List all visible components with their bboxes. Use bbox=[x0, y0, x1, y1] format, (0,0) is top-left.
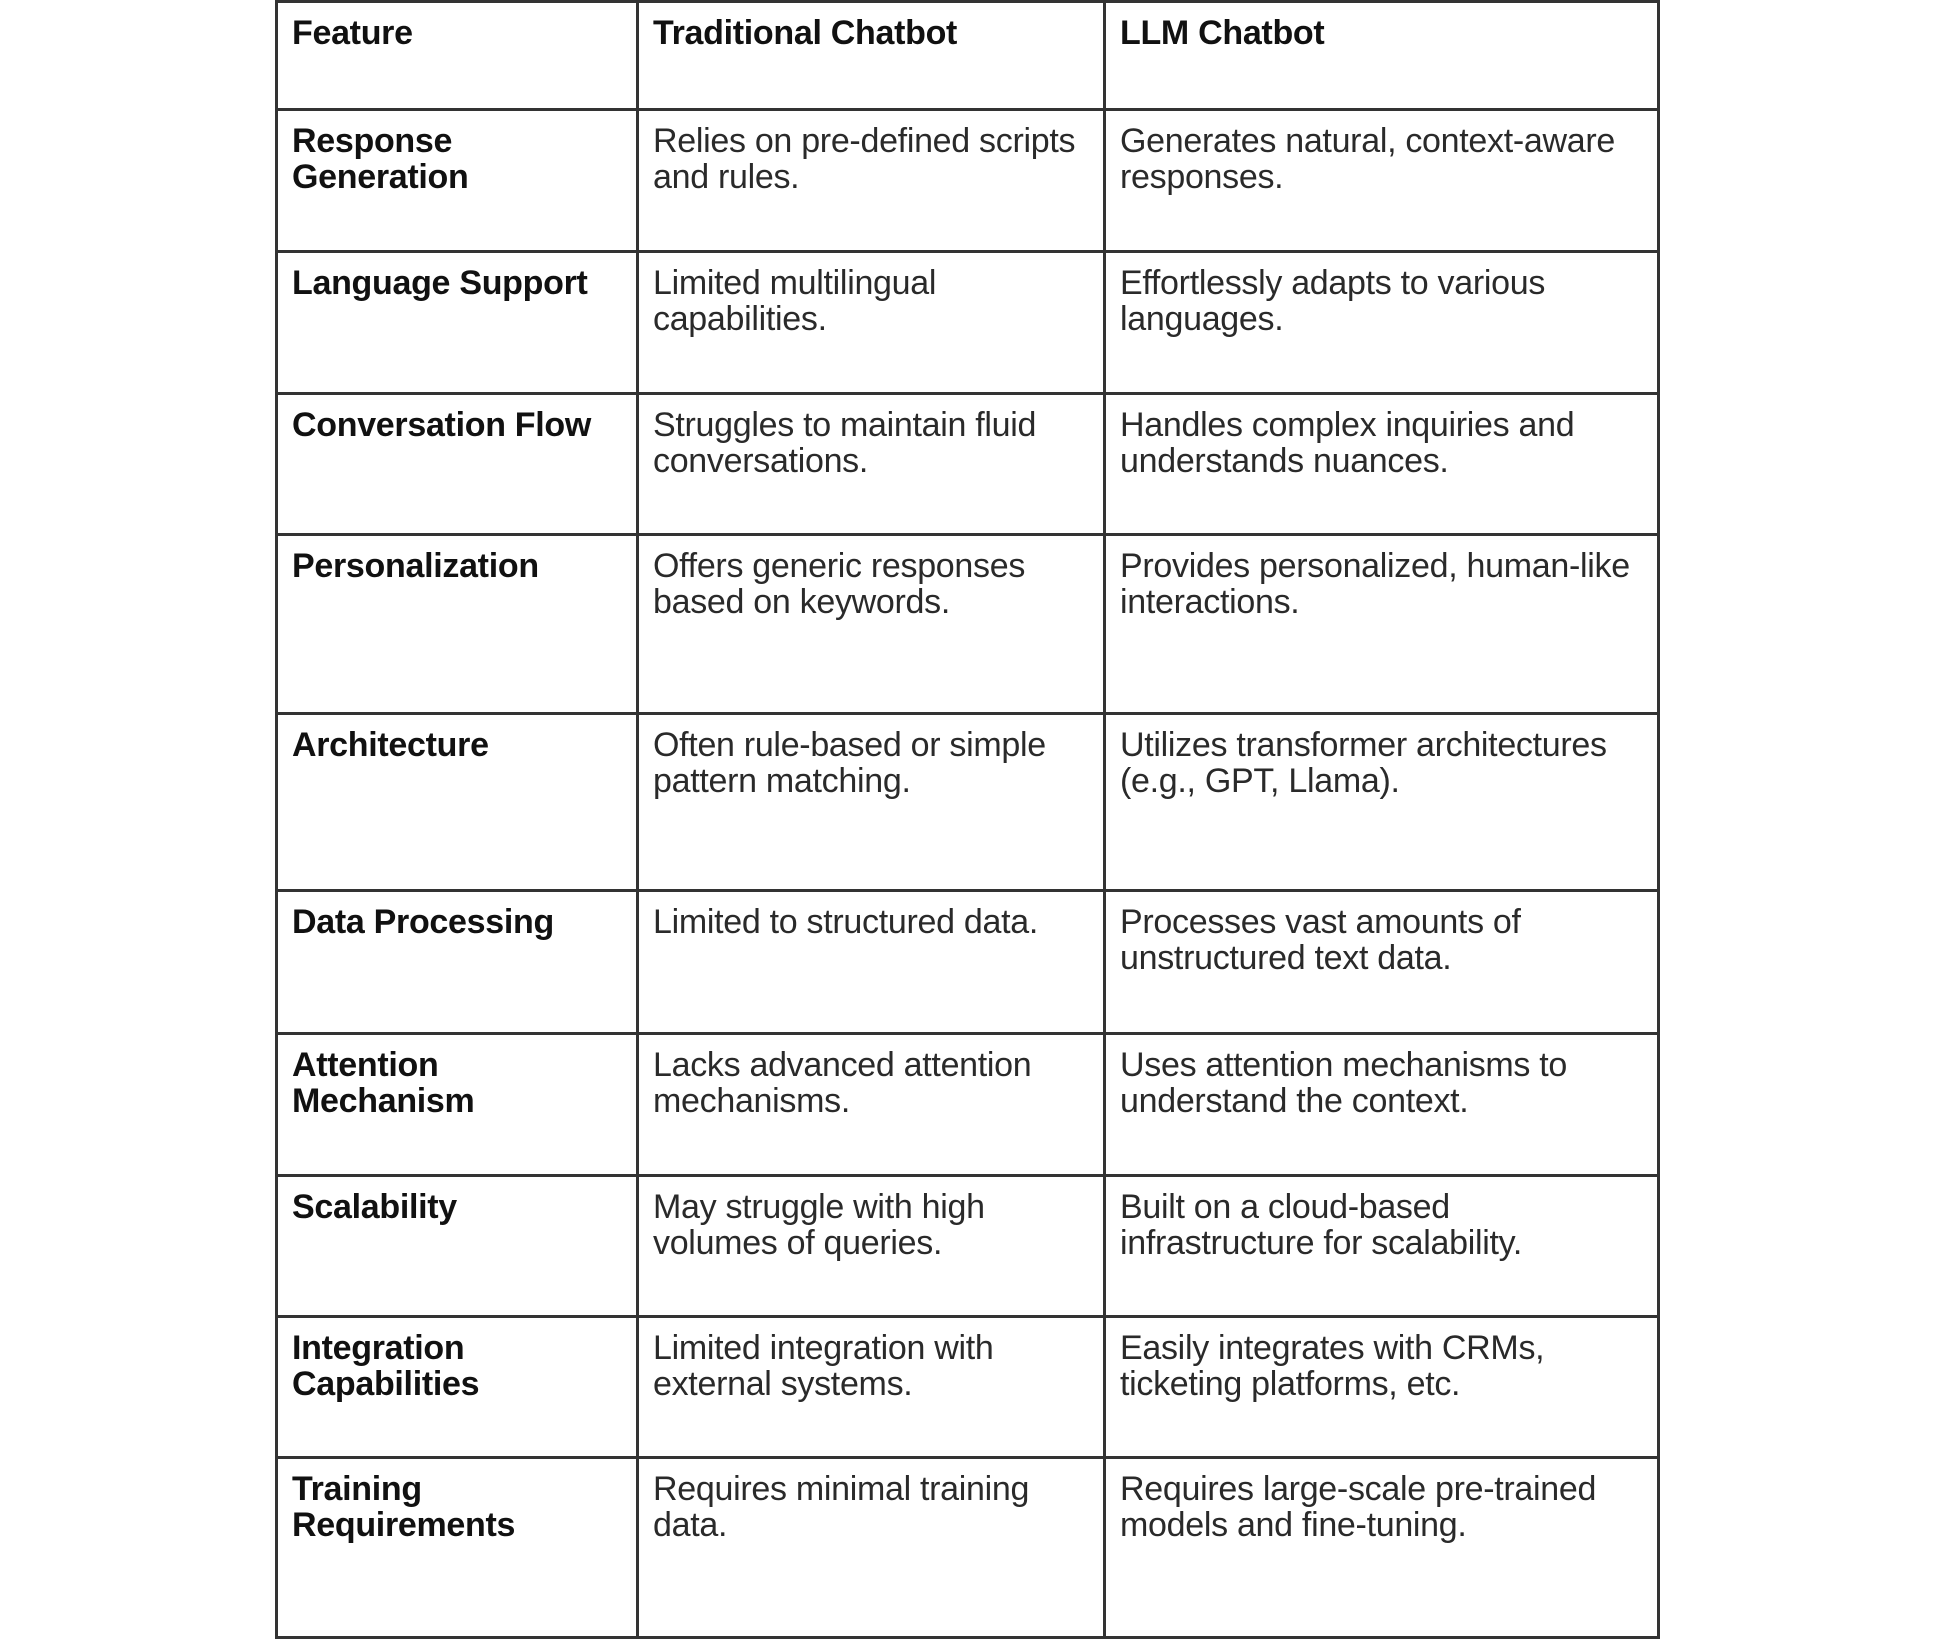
table-header-row: Feature Traditional Chatbot LLM Chatbot bbox=[275, 0, 1660, 111]
traditional-cell: May struggle with high volumes of querie… bbox=[636, 1174, 1106, 1318]
table-row: Attention Mechanism Lacks advanced atten… bbox=[275, 1032, 1660, 1177]
traditional-cell: Limited multilingual capabilities. bbox=[636, 250, 1106, 395]
header-traditional-chatbot: Traditional Chatbot bbox=[636, 0, 1106, 111]
traditional-cell: Requires minimal training data. bbox=[636, 1456, 1106, 1639]
traditional-cell: Struggles to maintain fluid conversation… bbox=[636, 392, 1106, 536]
traditional-cell: Limited to structured data. bbox=[636, 889, 1106, 1035]
table-row: Data Processing Limited to structured da… bbox=[275, 889, 1660, 1035]
feature-cell: Training Requirements bbox=[275, 1456, 639, 1639]
llm-cell: Provides personalized, human-like intera… bbox=[1103, 533, 1660, 715]
llm-cell: Processes vast amounts of unstructured t… bbox=[1103, 889, 1660, 1035]
traditional-cell: Often rule-based or simple pattern match… bbox=[636, 712, 1106, 892]
llm-cell: Requires large-scale pre-trained models … bbox=[1103, 1456, 1660, 1639]
llm-cell: Utilizes transformer architectures (e.g.… bbox=[1103, 712, 1660, 892]
table-row: Training Requirements Requires minimal t… bbox=[275, 1456, 1660, 1639]
traditional-cell: Lacks advanced attention mechanisms. bbox=[636, 1032, 1106, 1177]
feature-cell: Language Support bbox=[275, 250, 639, 395]
comparison-table: Feature Traditional Chatbot LLM Chatbot … bbox=[275, 0, 1660, 1639]
llm-cell: Built on a cloud-based infrastructure fo… bbox=[1103, 1174, 1660, 1318]
llm-cell: Generates natural, context-aware respons… bbox=[1103, 108, 1660, 253]
traditional-cell: Limited integration with external system… bbox=[636, 1315, 1106, 1459]
table-row: Conversation Flow Struggles to maintain … bbox=[275, 392, 1660, 536]
llm-cell: Easily integrates with CRMs, ticketing p… bbox=[1103, 1315, 1660, 1459]
traditional-cell: Relies on pre-defined scripts and rules. bbox=[636, 108, 1106, 253]
feature-cell: Integration Capabilities bbox=[275, 1315, 639, 1459]
llm-cell: Handles complex inquiries and understand… bbox=[1103, 392, 1660, 536]
feature-cell: Personalization bbox=[275, 533, 639, 715]
feature-cell: Architecture bbox=[275, 712, 639, 892]
feature-cell: Attention Mechanism bbox=[275, 1032, 639, 1177]
table-row: Architecture Often rule-based or simple … bbox=[275, 712, 1660, 892]
table-row: Integration Capabilities Limited integra… bbox=[275, 1315, 1660, 1459]
feature-cell: Conversation Flow bbox=[275, 392, 639, 536]
feature-cell: Data Processing bbox=[275, 889, 639, 1035]
table-row: Scalability May struggle with high volum… bbox=[275, 1174, 1660, 1318]
table-row: Response Generation Relies on pre-define… bbox=[275, 108, 1660, 253]
llm-cell: Effortlessly adapts to various languages… bbox=[1103, 250, 1660, 395]
table-row: Personalization Offers generic responses… bbox=[275, 533, 1660, 715]
feature-cell: Response Generation bbox=[275, 108, 639, 253]
table-row: Language Support Limited multilingual ca… bbox=[275, 250, 1660, 395]
feature-cell: Scalability bbox=[275, 1174, 639, 1318]
traditional-cell: Offers generic responses based on keywor… bbox=[636, 533, 1106, 715]
llm-cell: Uses attention mechanisms to understand … bbox=[1103, 1032, 1660, 1177]
header-feature: Feature bbox=[275, 0, 639, 111]
header-llm-chatbot: LLM Chatbot bbox=[1103, 0, 1660, 111]
